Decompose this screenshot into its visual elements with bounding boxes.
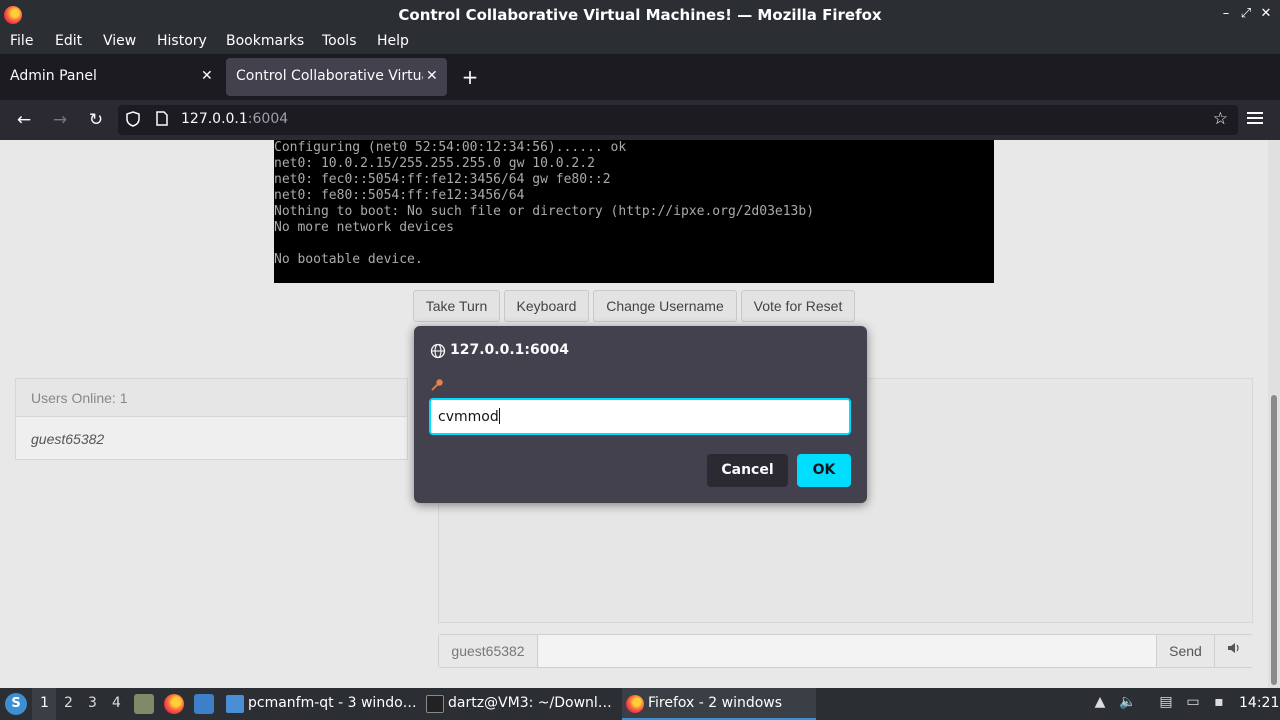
new-tab-button[interactable]: + xyxy=(459,66,481,88)
users-online-panel: Users Online: 1 guest65382 xyxy=(15,378,408,460)
reload-icon[interactable]: ↻ xyxy=(84,108,108,132)
prompt-dialog: 127.0.0.1:6004 cvmmod Cancel OK xyxy=(414,326,867,503)
user-list-item[interactable]: guest65382 xyxy=(31,431,104,447)
url-host: 127.0.0.1 xyxy=(181,111,248,127)
task-label: Firefox - 2 windows xyxy=(648,695,783,711)
tab-strip: Admin Panel ✕ Control Collaborative Virt… xyxy=(0,54,1280,100)
speaker-icon[interactable] xyxy=(1214,635,1253,667)
desktop-icon[interactable] xyxy=(194,694,214,714)
chat-username-label: guest65382 xyxy=(439,635,538,667)
task-firefox[interactable]: Firefox - 2 windows xyxy=(622,688,816,720)
menu-edit[interactable]: Edit xyxy=(55,33,82,49)
take-turn-button[interactable]: Take Turn xyxy=(413,290,500,322)
page-scrollbar[interactable] xyxy=(1268,140,1280,688)
window-title: Control Collaborative Virtual Machines! … xyxy=(398,6,882,24)
tab-admin-panel[interactable]: Admin Panel ✕ xyxy=(0,58,222,96)
prompt-input-value: cvmmod xyxy=(438,409,499,425)
network-icon[interactable]: ▭ xyxy=(1184,694,1202,714)
tab-label: Control Collaborative Virtual Machines! xyxy=(236,68,423,84)
dialog-origin: 127.0.0.1:6004 xyxy=(450,342,569,358)
task-label: dartz@VM3: ~/Downl… xyxy=(448,695,612,711)
tray-arrow-icon[interactable]: ▲ xyxy=(1091,694,1109,714)
workspace-4[interactable]: 4 xyxy=(112,695,121,711)
url-port: :6004 xyxy=(247,111,289,127)
change-username-button[interactable]: Change Username xyxy=(593,290,737,322)
minimize-button[interactable]: – xyxy=(1217,5,1235,23)
menu-bar: File Edit View History Bookmarks Tools H… xyxy=(0,30,1280,54)
ok-button[interactable]: OK xyxy=(797,454,851,487)
start-menu-icon[interactable]: S xyxy=(5,693,27,715)
keyboard-button[interactable]: Keyboard xyxy=(504,290,589,322)
navigation-bar: ← → ↻ 127.0.0.1:6004 ☆ xyxy=(0,100,1280,140)
key-icon xyxy=(430,378,444,396)
globe-icon xyxy=(430,343,446,359)
scrollbar-thumb[interactable] xyxy=(1271,395,1277,685)
volume-icon[interactable]: 🔈 xyxy=(1119,694,1137,714)
prompt-input[interactable]: cvmmod xyxy=(429,398,851,435)
menu-tools[interactable]: Tools xyxy=(322,33,357,49)
window-titlebar: Control Collaborative Virtual Machines! … xyxy=(0,0,1280,30)
workspace-3[interactable]: 3 xyxy=(88,695,97,711)
vote-for-reset-button[interactable]: Vote for Reset xyxy=(741,290,855,322)
tab-label: Admin Panel xyxy=(10,68,97,84)
forward-arrow-icon[interactable]: → xyxy=(48,108,72,132)
console-line: net0: fec0::5054:ff:fe12:3456/64 gw fe80… xyxy=(274,172,611,187)
task-label: pcmanfm-qt - 3 windo… xyxy=(248,695,417,711)
maximize-button[interactable]: ⤢ xyxy=(1237,5,1255,23)
console-line: No bootable device. xyxy=(274,252,423,267)
firefox-launcher-icon[interactable] xyxy=(164,694,184,714)
users-online-count: Users Online: 1 xyxy=(31,390,128,406)
cancel-button[interactable]: Cancel xyxy=(707,454,788,487)
tab-close-icon[interactable]: ✕ xyxy=(426,68,438,84)
workspace-2[interactable]: 2 xyxy=(64,695,73,711)
send-button[interactable]: Send xyxy=(1156,635,1214,667)
workspace-1[interactable]: 1 xyxy=(40,695,49,711)
bookmark-star-icon[interactable]: ☆ xyxy=(1213,109,1228,129)
menu-bookmarks[interactable]: Bookmarks xyxy=(226,33,304,49)
tab-close-icon[interactable]: ✕ xyxy=(201,68,213,84)
back-arrow-icon[interactable]: ← xyxy=(12,108,36,132)
menu-help[interactable]: Help xyxy=(377,33,409,49)
page-icon[interactable] xyxy=(156,111,168,130)
console-line: No more network devices xyxy=(274,220,455,235)
url-text[interactable]: 127.0.0.1:6004 xyxy=(181,111,288,127)
console-line: net0: 10.0.2.15/255.255.255.0 gw 10.0.2.… xyxy=(274,156,595,171)
url-bar[interactable]: 127.0.0.1:6004 ☆ xyxy=(118,105,1238,135)
clock: 14:21 xyxy=(1239,695,1280,711)
folder-icon xyxy=(226,695,244,713)
hamburger-menu-icon[interactable] xyxy=(1247,109,1265,131)
file-cabinet-icon[interactable] xyxy=(134,694,154,714)
close-window-button[interactable]: ✕ xyxy=(1257,5,1275,23)
vm-display[interactable]: Configuring (net0 52:54:00:12:34:56)....… xyxy=(274,140,994,283)
taskbar: S 1 2 3 4 pcmanfm-qt - 3 windo… dartz@VM… xyxy=(0,688,1280,720)
chat-input-row: guest65382 Send xyxy=(438,634,1253,668)
chat-message-input[interactable] xyxy=(539,635,1156,667)
shield-icon[interactable] xyxy=(126,111,140,131)
update-notifier-icon[interactable]: ▪ xyxy=(1210,694,1228,714)
clipboard-icon[interactable]: ▤ xyxy=(1157,694,1175,714)
text-caret xyxy=(498,408,500,424)
console-line: Configuring (net0 52:54:00:12:34:56)....… xyxy=(274,140,627,155)
menu-file[interactable]: File xyxy=(10,33,33,49)
firefox-icon xyxy=(626,695,644,713)
users-online-header: Users Online: 1 xyxy=(16,379,407,417)
menu-history[interactable]: History xyxy=(157,33,207,49)
task-terminal[interactable]: dartz@VM3: ~/Downl… xyxy=(426,688,616,720)
terminal-icon xyxy=(426,695,444,713)
tab-control-collaborative-vm[interactable]: Control Collaborative Virtual Machines! … xyxy=(226,58,447,96)
console-line: net0: fe80::5054:ff:fe12:3456/64 xyxy=(274,188,525,203)
task-pcmanfm[interactable]: pcmanfm-qt - 3 windo… xyxy=(226,688,417,720)
console-line: Nothing to boot: No such file or directo… xyxy=(274,204,815,219)
menu-view[interactable]: View xyxy=(103,33,136,49)
